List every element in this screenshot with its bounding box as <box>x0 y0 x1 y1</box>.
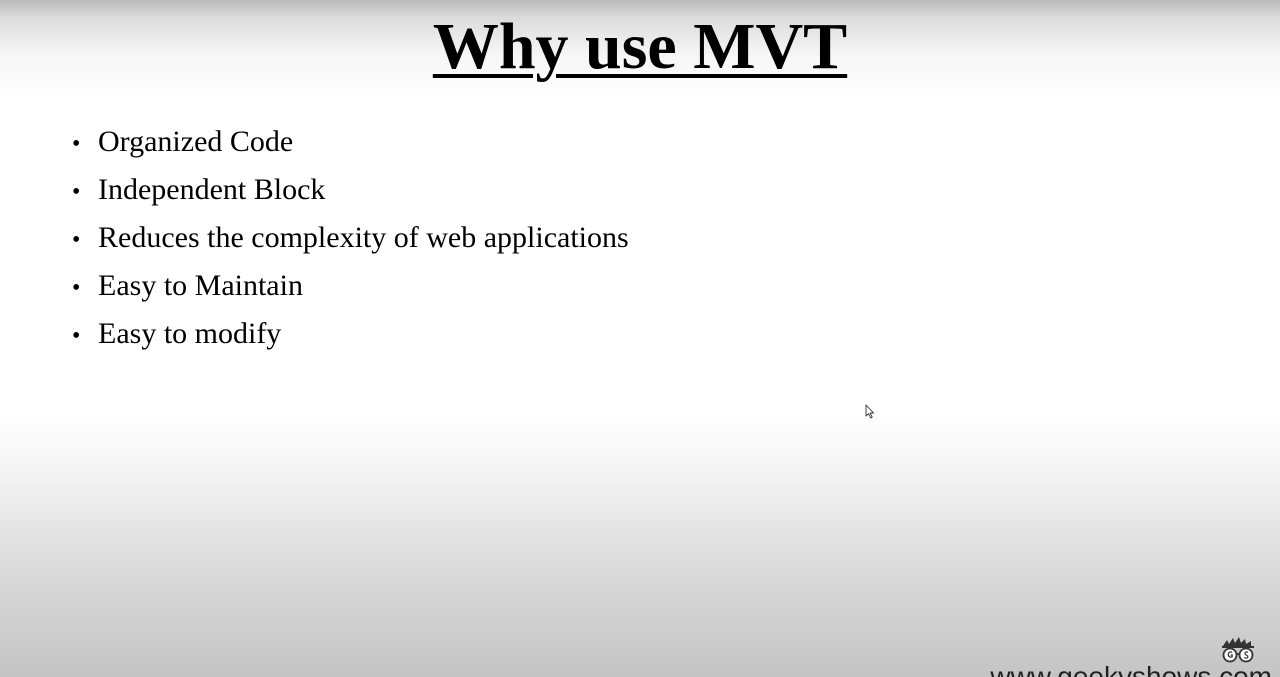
bullet-item: • Reduces the complexity of web applicat… <box>72 214 629 262</box>
bullet-text: Reduces the complexity of web applicatio… <box>98 221 629 254</box>
bullet-text: Organized Code <box>98 125 294 158</box>
bullet-text: Easy to Maintain <box>98 269 303 302</box>
mouse-cursor-icon <box>865 404 875 419</box>
slide-title-text: Why use MVT <box>432 10 848 83</box>
site-url-watermark: www.geekyshows.com <box>990 661 1272 677</box>
bullet-item: • Easy to Maintain <box>72 262 629 310</box>
slide-title: Why use MVT <box>0 4 1280 90</box>
bullet-text: Easy to modify <box>98 317 282 350</box>
bullet-dot-icon: • <box>72 179 81 205</box>
bullet-list: • Organized Code • Independent Block • R… <box>72 118 629 358</box>
bullet-dot-icon: • <box>72 323 81 349</box>
bullet-dot-icon: • <box>72 275 81 301</box>
bullet-item: • Independent Block <box>72 166 629 214</box>
bullet-item: • Easy to modify <box>72 310 629 358</box>
bullet-text: Independent Block <box>98 173 326 206</box>
bullet-dot-icon: • <box>72 131 81 157</box>
bullet-item: • Organized Code <box>72 118 629 166</box>
bullet-dot-icon: • <box>72 227 81 253</box>
